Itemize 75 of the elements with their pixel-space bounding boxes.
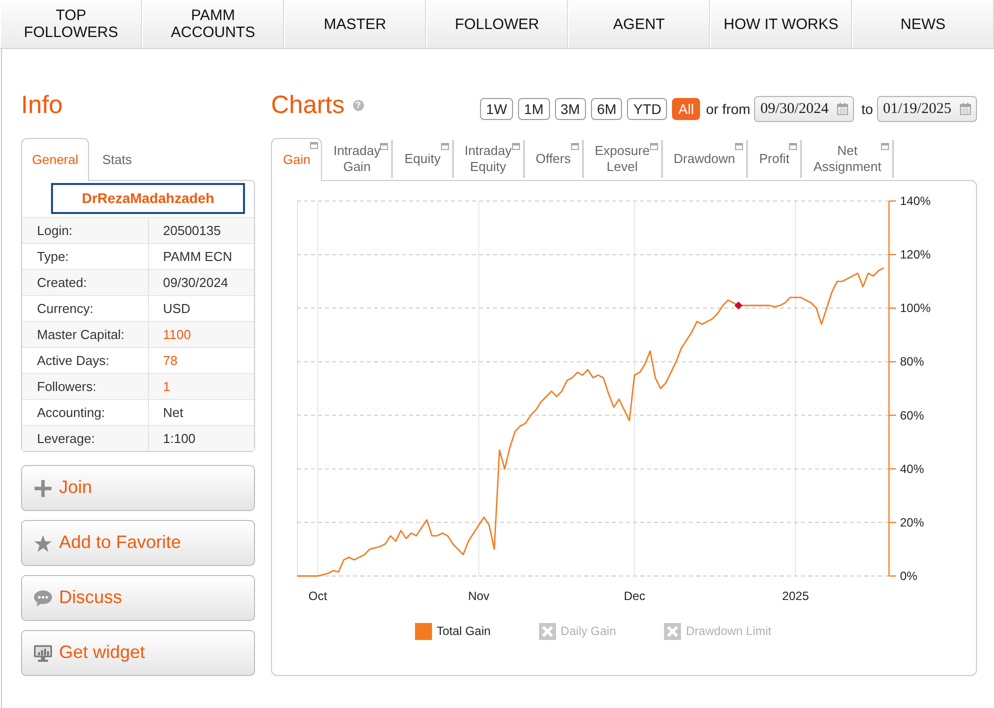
action-button[interactable]: Get widget — [21, 630, 255, 676]
tab[interactable]: Stats — [89, 138, 145, 181]
window-icon[interactable] — [881, 143, 890, 150]
account-name: DrRezaMadahzadeh — [51, 183, 245, 214]
tab[interactable]: Intraday Equity — [454, 140, 525, 178]
plus-icon — [34, 480, 52, 496]
range-button[interactable]: 6M — [590, 98, 622, 120]
star-icon — [34, 534, 52, 552]
date-field[interactable]: 01/19/2025 — [877, 96, 977, 122]
section-title: Charts — [271, 90, 345, 120]
legend-item[interactable]: Total Gain — [414, 622, 491, 640]
section-title: Info — [21, 90, 63, 120]
tab[interactable]: Exposure Level — [584, 140, 663, 178]
speech-bubble-icon — [34, 590, 52, 606]
hidden-series-icon — [664, 622, 682, 640]
tab[interactable]: Equity — [393, 140, 454, 178]
field-label: Login: — [22, 218, 148, 243]
tab[interactable]: Drawdown — [662, 140, 748, 178]
tab[interactable]: Net Assignment — [802, 140, 894, 178]
window-icon[interactable] — [735, 143, 744, 150]
axis-label: Nov — [468, 589, 490, 603]
axis-label: 100% — [900, 301, 931, 316]
field-value: 09/30/2024 — [148, 270, 254, 295]
range-label: or from — [706, 100, 750, 118]
range-label: to — [861, 100, 873, 118]
axis-label: 0% — [900, 569, 918, 583]
nav-link[interactable]: PAMM ACCOUNTS — [142, 0, 284, 48]
calendar-icon[interactable] — [960, 103, 971, 115]
nav-link[interactable]: HOW IT WORKS — [710, 0, 852, 48]
tab[interactable]: Offers — [524, 140, 584, 178]
axis-label: 40% — [900, 462, 924, 476]
field-value: 1:100 — [148, 426, 254, 451]
action-button[interactable]: Add to Favorite — [21, 520, 255, 566]
field-value: 1 — [148, 374, 254, 399]
calendar-icon[interactable] — [837, 103, 848, 115]
action-button[interactable]: Discuss — [21, 575, 255, 621]
hidden-series-icon — [538, 622, 556, 640]
monitor-icon — [34, 644, 52, 662]
axis-label: 140% — [900, 194, 931, 208]
nav-link[interactable]: TOP FOLLOWERS — [0, 0, 142, 48]
window-icon[interactable] — [789, 143, 798, 150]
axis-label: 20% — [900, 515, 924, 530]
field-label: Created: — [22, 270, 148, 295]
window-icon[interactable] — [380, 143, 388, 150]
range-button[interactable]: YTD — [627, 98, 668, 120]
nav-link[interactable]: MASTER — [284, 0, 426, 48]
field-label: Followers: — [22, 374, 148, 399]
tab[interactable]: General — [21, 138, 90, 181]
axis-label: 120% — [900, 248, 931, 262]
window-icon[interactable] — [650, 143, 658, 150]
window-icon[interactable] — [440, 143, 449, 150]
tab[interactable]: Intraday Gain — [322, 140, 394, 178]
window-icon[interactable] — [310, 142, 318, 149]
range-button[interactable]: 1W — [480, 98, 514, 120]
axis-label: 80% — [900, 354, 924, 369]
range-button[interactable]: All — [672, 98, 700, 120]
date-field[interactable]: 09/30/2024 — [754, 96, 854, 122]
field-value: 20500135 — [148, 218, 254, 243]
field-value: 1100 — [148, 322, 254, 347]
range-button[interactable]: 1M — [518, 98, 550, 120]
tab[interactable]: Profit — [748, 140, 802, 178]
window-icon[interactable] — [512, 143, 520, 150]
nav-link[interactable]: NEWS — [852, 0, 994, 48]
window-icon[interactable] — [570, 143, 579, 150]
nav-link[interactable]: FOLLOWER — [426, 0, 568, 48]
nav-link[interactable]: AGENT — [568, 0, 710, 48]
tab[interactable]: Gain — [271, 138, 322, 181]
axis-label: Oct — [308, 589, 328, 603]
axis-label: 2025 — [782, 589, 809, 603]
field-label: Master Capital: — [22, 322, 148, 347]
range-button[interactable]: 3M — [554, 98, 586, 120]
action-button[interactable]: Join — [21, 465, 255, 511]
field-label: Leverage: — [22, 426, 148, 451]
axis-label: 60% — [900, 408, 924, 422]
axis-label: Dec — [624, 589, 646, 603]
